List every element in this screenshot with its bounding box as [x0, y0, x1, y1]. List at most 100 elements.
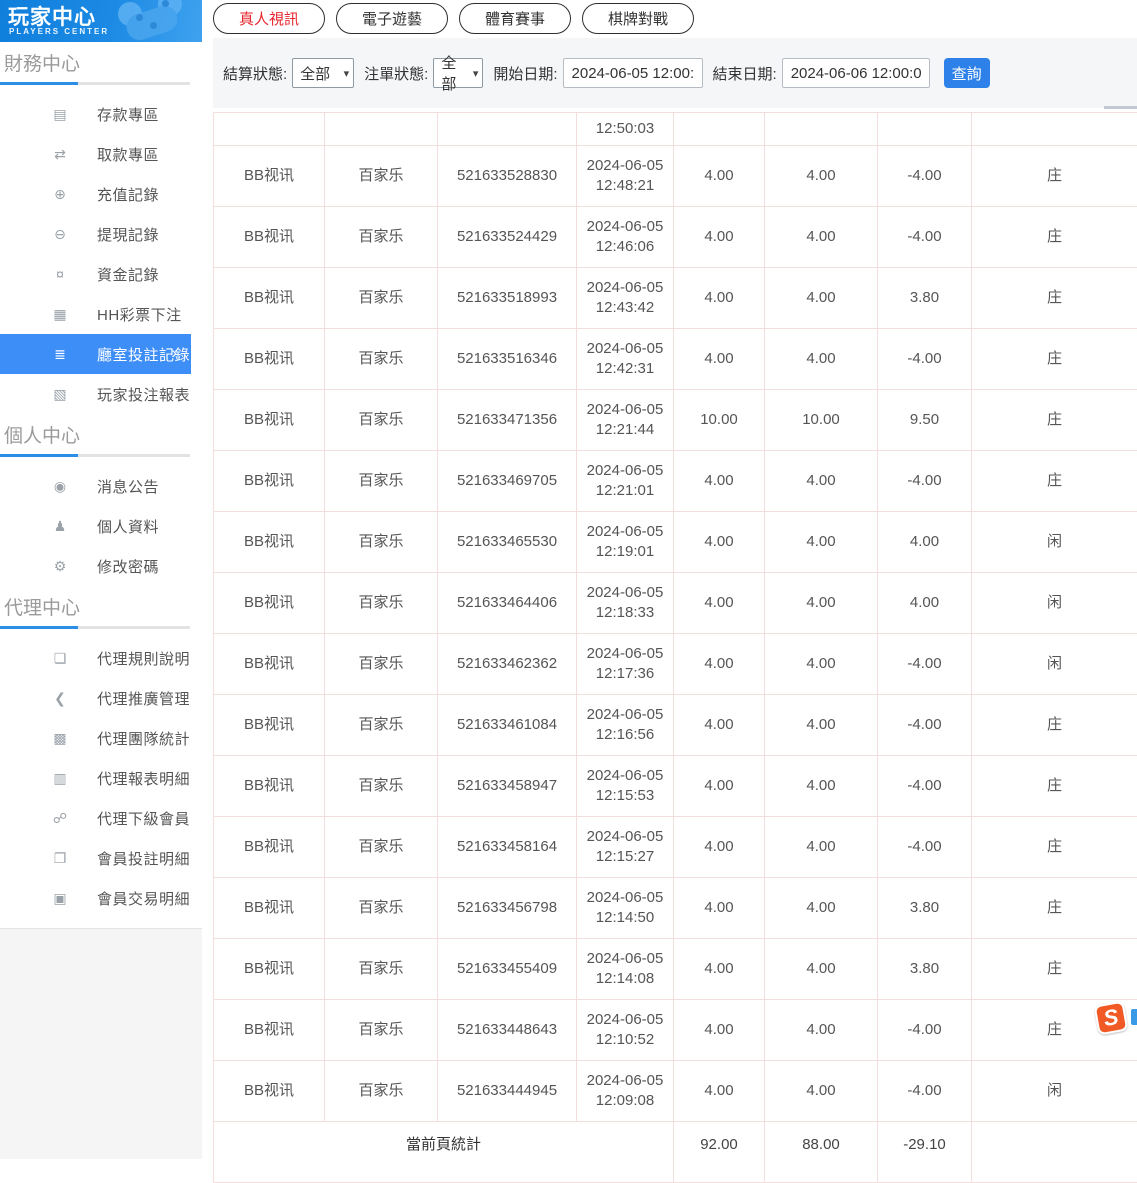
sidebar-item-agent-team-stats[interactable]: ▩ 代理團隊統計 [0, 718, 202, 758]
sidebar-item-label: 資金記錄 [97, 264, 159, 285]
table-row: BB视讯 百家乐 521633448643 2024-06-0512:10:52… [214, 1000, 1137, 1061]
start-date-input[interactable] [563, 58, 703, 88]
cell-datetime: 2024-06-0512:16:56 [577, 695, 674, 756]
sidebar-item-label: 消息公告 [97, 476, 159, 497]
cell-valid-amount [765, 113, 878, 146]
cell-bet-amount: 4.00 [674, 939, 765, 1000]
cell-bet-amount: 4.00 [674, 573, 765, 634]
sidebar-item-member-transaction[interactable]: ▣ 會員交易明細 [0, 878, 202, 918]
sidebar-item-label: 會員交易明細 [97, 888, 190, 909]
table-row: BB视讯 百家乐 521633469705 2024-06-0512:21:01… [214, 451, 1137, 512]
lottery-bet-icon: ▦ [50, 306, 70, 323]
sidebar-item-agent-rules[interactable]: ❏ 代理規則說明 [0, 638, 202, 678]
cell-bet-content: 庄 [972, 939, 1137, 1000]
cell-datetime: 2024-06-0512:14:08 [577, 939, 674, 1000]
cell-platform: BB视讯 [214, 756, 325, 817]
sogou-ime-badge[interactable]: S [1094, 1001, 1129, 1036]
cell-game: 百家乐 [325, 1000, 438, 1061]
cell-platform: BB视讯 [214, 939, 325, 1000]
sidebar-item-recharge-record[interactable]: ⊕ 充值記錄 [0, 174, 202, 214]
sidebar-item-player-bet-report[interactable]: ▧ 玩家投注報表 [0, 374, 202, 414]
sidebar-menu: 財務中心 ▤ 存款專區 ⇄ 取款專區 ⊕ 充值記錄 ⊖ 提現記錄 ¤ 資金記錄 … [0, 42, 202, 929]
sidebar-section-label: 個人中心 [0, 414, 202, 454]
tab-1[interactable]: 電子遊藝 [336, 3, 448, 34]
sidebar-item-deposit[interactable]: ▤ 存款專區 [0, 94, 202, 134]
footer-label: 當前頁統計 [214, 1122, 674, 1183]
table-row: BB视讯 百家乐 521633455409 2024-06-0512:14:08… [214, 939, 1137, 1000]
cell-bet-content: 庄 [972, 695, 1137, 756]
footer-valid-total: 88.00 [765, 1122, 878, 1183]
cell-bet-amount: 4.00 [674, 146, 765, 207]
cell-win-loss: -4.00 [878, 756, 972, 817]
sidebar-item-change-password[interactable]: ⚙ 修改密碼 [0, 546, 202, 586]
cell-bet-amount: 4.00 [674, 878, 765, 939]
settle-status-select[interactable]: 全部 ▾ [292, 58, 354, 88]
sidebar-item-agent-report[interactable]: ▥ 代理報表明細 [0, 758, 202, 798]
cell-bet-content: 庄 [972, 207, 1137, 268]
cell-bet-amount: 4.00 [674, 329, 765, 390]
cell-win-loss: 3.80 [878, 878, 972, 939]
tab-3[interactable]: 棋牌對戰 [582, 3, 694, 34]
order-status-label: 注單狀態: [364, 63, 428, 84]
cell-bet-no [438, 113, 577, 146]
cell-win-loss: 9.50 [878, 390, 972, 451]
search-button[interactable]: 查詢 [944, 58, 990, 88]
member-bet-detail-icon: ❐ [50, 850, 70, 867]
cell-valid-amount: 4.00 [765, 207, 878, 268]
cell-win-loss: -4.00 [878, 146, 972, 207]
cell-game: 百家乐 [325, 329, 438, 390]
cell-bet-no: 521633444945 [438, 1061, 577, 1122]
cell-win-loss: -4.00 [878, 817, 972, 878]
scrollbar-thumb[interactable] [1104, 106, 1137, 109]
member-transaction-icon: ▣ [50, 890, 70, 907]
sidebar-item-label: 存款專區 [97, 104, 159, 125]
section-underline [0, 626, 190, 629]
sidebar-item-member-bet-detail[interactable]: ❐ 會員投註明細 [0, 838, 202, 878]
chevron-down-icon: ▾ [473, 67, 479, 80]
sidebar-item-label: 個人資料 [97, 516, 159, 537]
table-row: BB视讯 百家乐 521633444945 2024-06-0512:09:08… [214, 1061, 1137, 1122]
table-footer-row: 當前頁統計92.0088.00-29.10 [214, 1122, 1137, 1183]
tab-0[interactable]: 真人視訊 [213, 3, 325, 34]
main-content: 真人視訊電子遊藝體育賽事棋牌對戰 結算狀態: 全部 ▾ 注單狀態: 全部 ▾ 開… [213, 0, 1137, 1159]
cell-bet-amount: 4.00 [674, 207, 765, 268]
cell-platform: BB视讯 [214, 573, 325, 634]
cell-game: 百家乐 [325, 878, 438, 939]
sidebar-item-profile[interactable]: ♟ 個人資料 [0, 506, 202, 546]
chevron-down-icon: ▾ [344, 67, 350, 80]
announcement-icon: ◉ [50, 478, 70, 495]
sidebar-item-agent-promotion[interactable]: ❮ 代理推廣管理 [0, 678, 202, 718]
cell-datetime: 2024-06-0512:14:50 [577, 878, 674, 939]
sidebar-item-withdraw[interactable]: ⇄ 取款專區 [0, 134, 202, 174]
sidebar-item-announcement[interactable]: ◉ 消息公告 [0, 466, 202, 506]
cell-platform: BB视讯 [214, 390, 325, 451]
filter-bar: 結算狀態: 全部 ▾ 注單狀態: 全部 ▾ 開始日期: 結束日期: 查詢 [213, 38, 1137, 108]
cell-bet-amount: 4.00 [674, 1000, 765, 1061]
cell-valid-amount: 4.00 [765, 878, 878, 939]
cell-datetime: 12:50:03 [577, 113, 674, 146]
cell-win-loss: -4.00 [878, 207, 972, 268]
sidebar-item-lottery-bet[interactable]: ▦ HH彩票下注 [0, 294, 202, 334]
end-date-input[interactable] [782, 58, 930, 88]
sidebar-item-room-bet-record[interactable]: ≣ 廳室投註記錄 › [0, 334, 191, 374]
cell-bet-content: 闲 [972, 1061, 1137, 1122]
gamepad-icon [112, 0, 192, 42]
deposit-icon: ▤ [50, 106, 70, 123]
cell-datetime: 2024-06-0512:48:21 [577, 146, 674, 207]
cell-datetime: 2024-06-0512:43:42 [577, 268, 674, 329]
cell-bet-no: 521633448643 [438, 1000, 577, 1061]
cell-game: 百家乐 [325, 146, 438, 207]
tab-2[interactable]: 體育賽事 [459, 3, 571, 34]
sidebar-item-funds-record[interactable]: ¤ 資金記錄 [0, 254, 202, 294]
room-bet-record-icon: ≣ [50, 346, 70, 363]
cell-bet-amount: 4.00 [674, 634, 765, 695]
sidebar-item-agent-members[interactable]: ☍ 代理下級會員 [0, 798, 202, 838]
cell-platform: BB视讯 [214, 817, 325, 878]
sidebar-item-withdrawal-record[interactable]: ⊖ 提現記錄 [0, 214, 202, 254]
order-status-select[interactable]: 全部 ▾ [433, 58, 483, 88]
cell-datetime: 2024-06-0512:21:01 [577, 451, 674, 512]
cell-datetime: 2024-06-0512:46:06 [577, 207, 674, 268]
sidebar-item-label: 代理規則說明 [97, 648, 190, 669]
funds-record-icon: ¤ [50, 266, 70, 282]
cell-win-loss: -4.00 [878, 451, 972, 512]
